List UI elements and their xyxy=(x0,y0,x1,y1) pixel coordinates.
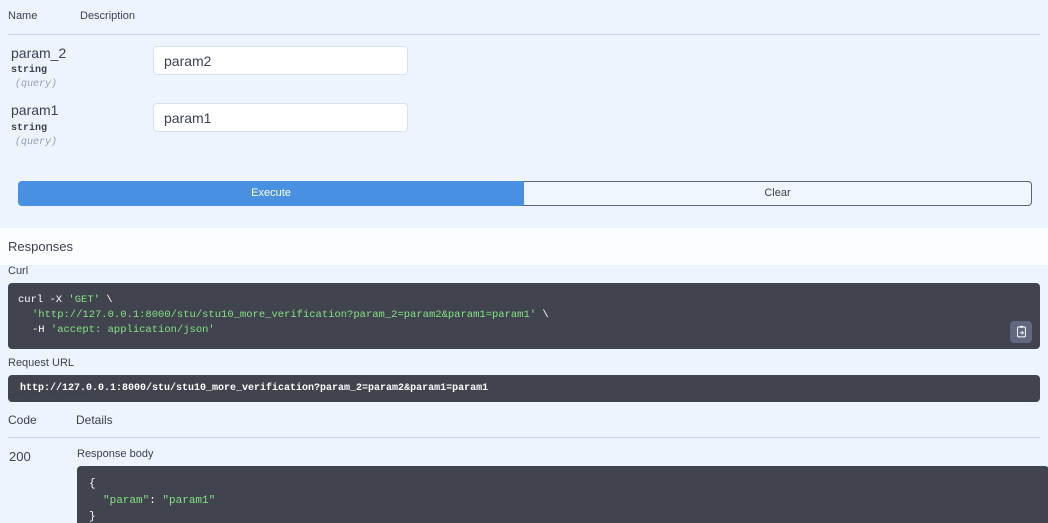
curl-line-continuation: \ xyxy=(99,294,113,306)
clear-button[interactable]: Clear xyxy=(524,181,1032,206)
parameter-name: param_2 xyxy=(11,45,67,61)
curl-command-text: curl -X xyxy=(18,294,69,306)
parameter-type: string xyxy=(11,122,48,134)
parameter-location: (query) xyxy=(15,79,58,91)
parameters-table: Name Description param_2 string (query) xyxy=(8,0,1040,150)
curl-label: Curl xyxy=(8,265,29,277)
json-key: "param" xyxy=(103,494,150,507)
server-response-label: Server response xyxy=(8,389,89,401)
action-button-row: Execute Clear xyxy=(18,181,1032,206)
clipboard-icon xyxy=(1016,325,1026,338)
parameter-input-param1[interactable] xyxy=(153,103,408,133)
json-line-open: { xyxy=(89,476,1037,493)
parameter-input-cell xyxy=(80,92,1040,149)
curl-url: 'http://127.0.0.1:8000/stu/stu10_more_ve… xyxy=(32,309,537,322)
swagger-operation-panel: Name Description param_2 string (query) xyxy=(0,0,1048,523)
response-body-label: Response body xyxy=(77,448,154,460)
parameter-meta-cell: param_2 string (query) xyxy=(8,35,80,93)
parameter-name: param1 xyxy=(11,102,59,119)
response-code-cell: 200 xyxy=(8,438,76,523)
curl-line-1: curl -X 'GET' \ xyxy=(18,293,1028,308)
parameter-input-param-2[interactable] xyxy=(153,46,408,75)
responses-section-header: Responses xyxy=(0,228,1048,265)
parameter-type: string xyxy=(11,65,48,77)
server-response-table: Code Details 200 Response body { "param"… xyxy=(8,407,1048,523)
json-colon: : xyxy=(149,494,163,507)
parameter-meta-cell: param1 string (query) xyxy=(8,92,80,149)
execute-button[interactable]: Execute xyxy=(18,181,524,206)
json-brace-open: { xyxy=(89,478,96,490)
column-header-details: Details xyxy=(76,407,1040,438)
curl-command-block: curl -X 'GET' \ 'http://127.0.0.1:8000/s… xyxy=(8,283,1040,349)
copy-curl-button[interactable] xyxy=(1010,320,1032,343)
curl-line-2: 'http://127.0.0.1:8000/stu/stu10_more_ve… xyxy=(18,308,1028,323)
parameter-input-cell xyxy=(80,35,1040,93)
json-value: "param1" xyxy=(162,494,216,507)
curl-header-value: 'accept: application/json' xyxy=(50,324,215,337)
server-response-header-row: Code Details xyxy=(8,407,1040,438)
server-response-section: Server response Code Details 200 Respons… xyxy=(0,389,1048,523)
status-code: 200 xyxy=(9,449,31,464)
curl-line-continuation: \ xyxy=(536,309,549,322)
parameters-section: Name Description param_2 string (query) xyxy=(0,0,1048,150)
table-row: 200 Response body { "param": "param1" } xyxy=(8,438,1048,523)
column-header-name: Name xyxy=(8,0,80,35)
responses-body: Curl curl -X 'GET' \ 'http://127.0.0.1:8… xyxy=(0,265,1048,402)
column-header-code: Code xyxy=(8,407,76,438)
responses-title: Responses xyxy=(8,239,74,254)
parameter-location: (query) xyxy=(15,136,58,148)
json-brace-close: } xyxy=(89,511,96,523)
response-details-cell: Response body { "param": "param1" } xyxy=(76,438,1048,523)
request-url-label: Request URL xyxy=(8,356,75,369)
response-body-block: { "param": "param1" } xyxy=(77,466,1048,523)
json-line-close: } xyxy=(89,509,1037,523)
parameters-header-row: Name Description xyxy=(8,0,1040,35)
column-header-description: Description xyxy=(80,0,1040,35)
table-row: param1 string (query) xyxy=(8,92,1040,149)
curl-header-flag: -H xyxy=(32,324,51,337)
curl-method: 'GET' xyxy=(68,294,100,306)
table-row: param_2 string (query) xyxy=(8,35,1040,93)
curl-line-3: -H 'accept: application/json' xyxy=(18,323,1028,338)
json-line-entry: "param": "param1" xyxy=(89,493,1037,510)
